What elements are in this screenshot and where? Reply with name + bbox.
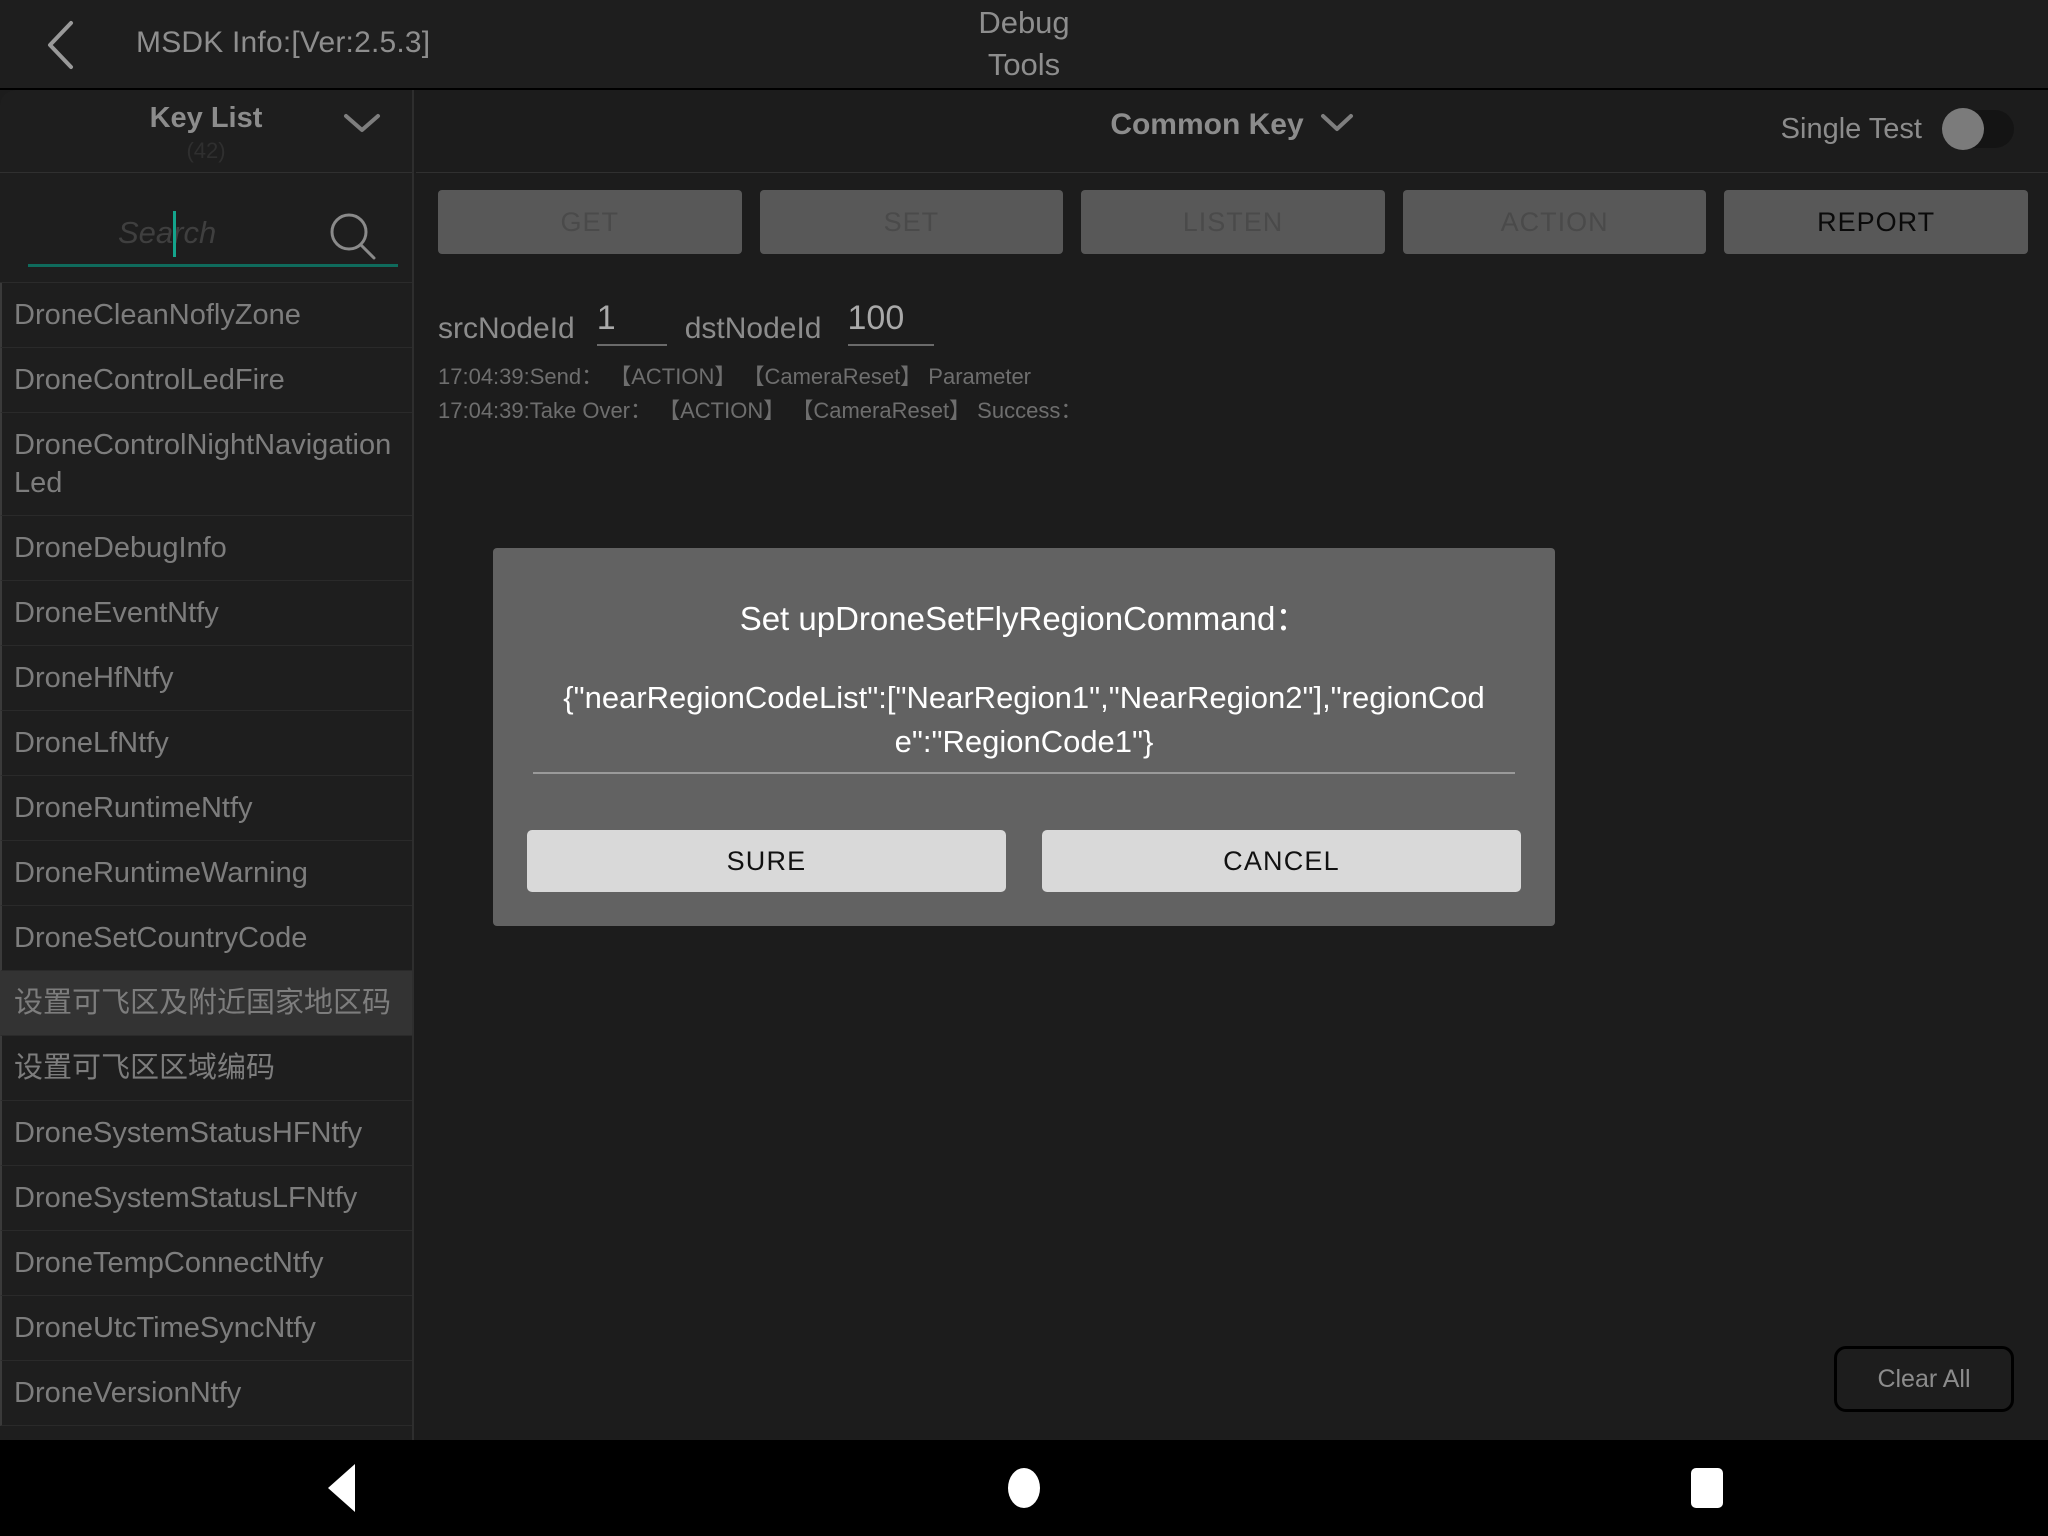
key-list-item[interactable]: DroneControlLedFire [0, 348, 412, 413]
triangle-back-icon [327, 1464, 355, 1512]
dialog-value-input[interactable]: {"nearRegionCodeList":["NearRegion1","Ne… [533, 676, 1515, 774]
content-header: Common Key Single Test [416, 90, 2048, 173]
chevron-down-icon [342, 111, 382, 140]
msdk-info-label: MSDK Info:[Ver:2.5.3] [136, 26, 431, 59]
square-recent-icon [1690, 1468, 1723, 1508]
debug-tools-screen: MSDK Info:[Ver:2.5.3] Debug Tools Key Li… [0, 0, 2048, 1536]
key-list-item[interactable]: DroneControlNightNavigationLed [0, 413, 412, 516]
search-caret [173, 211, 176, 257]
dst-node-label: dstNodeId [684, 312, 822, 345]
android-nav-bar [0, 1440, 2048, 1536]
search-placeholder: Search [118, 215, 217, 250]
page-title: Debug Tools [964, 2, 1084, 86]
toggle-knob [1942, 108, 1984, 150]
action-button-set[interactable]: SET [759, 190, 1064, 254]
key-list-item[interactable]: DroneCleanNoflyZone [0, 283, 412, 348]
sure-button[interactable]: SURE [527, 830, 1006, 892]
key-list-item[interactable]: DroneEventNtfy [0, 581, 412, 646]
key-list-item[interactable]: DroneRuntimeWarning [0, 841, 412, 906]
dialog-button-row: SURE CANCEL [527, 830, 1521, 892]
log-line: 17:04:39:Send： 【ACTION】 【CameraReset】 Pa… [438, 364, 1032, 389]
key-list-count: (42) [186, 138, 226, 163]
page-title-line2: Tools [987, 47, 1061, 82]
nav-recent-button[interactable] [1647, 1440, 1767, 1536]
node-id-row: srcNodeId 1 dstNodeId 100 [438, 288, 952, 346]
single-test-label: Single Test [1780, 112, 1922, 145]
key-list-item[interactable]: 设置可飞区及附近国家地区码 [0, 971, 412, 1036]
action-button-get[interactable]: GET [438, 190, 742, 254]
common-key-label: Common Key [1110, 108, 1304, 141]
key-list-item[interactable]: DroneUtcTimeSyncNtfy [0, 1296, 412, 1361]
src-node-input[interactable]: 1 [596, 299, 667, 346]
key-list-item[interactable]: 设置可飞区区域编码 [0, 1036, 412, 1101]
back-button[interactable] [30, 14, 92, 76]
key-list-item[interactable]: DroneHfNtfy [0, 646, 412, 711]
single-test-toggle[interactable]: Single Test [1780, 108, 2014, 150]
search-row: Search [0, 173, 412, 283]
key-list-header: Key List (42) [0, 90, 412, 173]
set-command-dialog: Set upDroneSetFlyRegionCommand： {"nearRe… [493, 548, 1555, 926]
key-list-item[interactable]: DroneTempConnectNtfy [0, 1231, 412, 1296]
action-button-listen[interactable]: LISTEN [1081, 190, 1385, 254]
key-list-items[interactable]: DroneCleanNoflyZone DroneControlLedFire Dr… [0, 283, 412, 1440]
key-list-item[interactable]: DroneLfNtfy [0, 711, 412, 776]
nav-back-button[interactable] [281, 1440, 401, 1536]
nav-home-button[interactable] [964, 1440, 1084, 1536]
action-buttons-row: GET SET LISTEN ACTION REPORT [438, 190, 2028, 254]
key-list-item[interactable]: DroneSystemStatusHFNtfy [0, 1101, 412, 1166]
key-list-item[interactable]: DroneVersionNtfy [0, 1361, 412, 1426]
chevron-down-icon [1320, 112, 1354, 139]
clear-all-button[interactable]: Clear All [1834, 1346, 2014, 1412]
key-list-item[interactable]: DroneSetCountryCode [0, 906, 412, 971]
circle-home-icon [1007, 1468, 1040, 1508]
action-button-action[interactable]: ACTION [1402, 190, 1707, 254]
chevron-left-icon [43, 18, 79, 72]
page-title-line1: Debug [978, 5, 1070, 40]
title-bar: MSDK Info:[Ver:2.5.3] Debug Tools [0, 0, 2048, 90]
toggle-track[interactable] [1942, 108, 2014, 150]
key-list-item[interactable]: DroneRuntimeNtfy [0, 776, 412, 841]
action-button-report[interactable]: REPORT [1724, 190, 2028, 254]
key-list-sidebar: Key List (42) Search DroneCleanNoflyZone… [0, 90, 414, 1440]
key-list-item[interactable]: DroneDebugInfo [0, 516, 412, 581]
cancel-button[interactable]: CANCEL [1042, 830, 1521, 892]
dialog-title: Set upDroneSetFlyRegionCommand： [739, 600, 1309, 637]
dst-node-input[interactable]: 100 [847, 299, 934, 346]
log-line: 17:04:39:Take Over： 【ACTION】 【CameraRese… [438, 398, 1083, 423]
key-list-collapse-button[interactable] [340, 110, 384, 140]
src-node-label: srcNodeId [438, 312, 575, 345]
key-list-item[interactable]: DroneSystemStatusLFNtfy [0, 1166, 412, 1231]
search-icon[interactable] [326, 209, 380, 263]
